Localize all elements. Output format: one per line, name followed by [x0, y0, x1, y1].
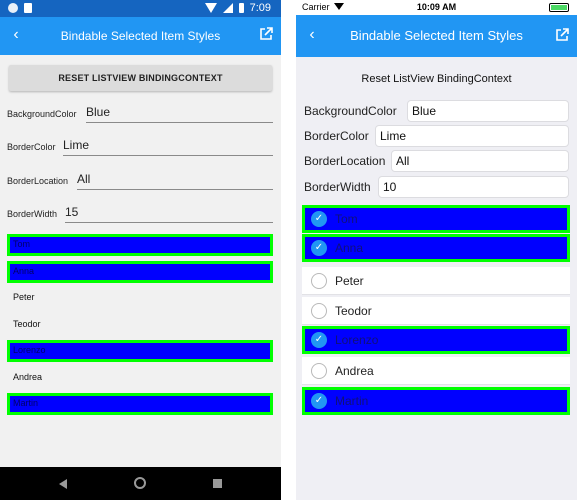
list-item-label: Peter [335, 274, 364, 288]
android-app-bar: ‹ Bindable Selected Item Styles [0, 17, 281, 55]
battery-icon [238, 3, 244, 13]
list-item[interactable]: Martin [7, 393, 273, 415]
list-item-label: Anna [335, 241, 364, 255]
field-entry[interactable]: All [77, 172, 273, 190]
android-field-row: BorderLocation All [7, 167, 273, 191]
field-entry[interactable]: 15 [65, 205, 273, 223]
android-screen: 7:09 ‹ Bindable Selected Item Styles RES… [0, 0, 281, 500]
field-label: BorderWidth [7, 209, 58, 219]
checkmark-icon: ✓ [311, 332, 327, 348]
external-link-icon[interactable] [555, 28, 569, 42]
list-item-label: Martin [335, 394, 369, 408]
field-entry[interactable]: Lime [375, 125, 569, 147]
radio-circle-icon [311, 273, 327, 289]
list-item-label: Anna [13, 266, 35, 276]
list-item[interactable]: Andrea [302, 357, 570, 385]
status-time: 10:09 AM [416, 2, 457, 12]
wifi-icon [204, 3, 217, 13]
list-item-label: Andrea [335, 364, 374, 378]
ios-field-row: BorderLocation All [304, 150, 569, 172]
android-field-row: BorderColor Lime [7, 133, 273, 157]
ios-status-bar: Carrier 10:09 AM [296, 0, 577, 15]
list-item-label: Andrea [13, 372, 43, 382]
external-link-icon[interactable] [259, 27, 273, 41]
reset-bindingcontext-button[interactable]: Reset ListView BindingContext [296, 73, 577, 85]
list-item[interactable]: Peter [7, 287, 273, 309]
android-field-row: BorderWidth 15 [7, 200, 273, 224]
list-item-label: Tom [335, 212, 358, 226]
radio-circle-icon [311, 303, 327, 319]
list-item[interactable]: ✓ Lorenzo [302, 326, 570, 354]
sd-card-icon [24, 3, 32, 13]
field-entry[interactable]: Lime [63, 138, 273, 156]
list-item-label: Peter [13, 292, 35, 302]
field-entry[interactable]: 10 [378, 176, 569, 198]
list-item-label: Lorenzo [335, 333, 379, 347]
list-item[interactable]: ✓ Martin [302, 387, 570, 415]
list-item-label: Teodor [335, 304, 372, 318]
android-field-row: BackgroundColor Blue [7, 100, 273, 124]
page-title: Bindable Selected Item Styles [60, 29, 221, 43]
status-time: 7:09 [249, 2, 271, 14]
ios-field-row: BorderWidth 10 [304, 176, 569, 198]
list-item[interactable]: ✓ Tom [302, 205, 570, 233]
signal-icon [222, 3, 233, 13]
nav-back-icon[interactable] [59, 479, 67, 489]
battery-icon [549, 3, 569, 12]
field-label: BackgroundColor [304, 104, 397, 118]
field-entry[interactable]: Blue [86, 105, 273, 123]
ios-nav-bar: ‹ Bindable Selected Item Styles [296, 15, 577, 57]
checkmark-icon: ✓ [311, 211, 327, 227]
radio-circle-icon [311, 363, 327, 379]
list-item-label: Teodor [13, 319, 41, 329]
notification-dot-icon [8, 3, 18, 13]
field-label: BorderColor [304, 129, 369, 143]
ios-field-row: BackgroundColor Blue [304, 100, 569, 122]
field-label: BorderLocation [7, 176, 69, 186]
list-item[interactable]: ✓ Anna [302, 234, 570, 262]
field-label: BackgroundColor [7, 109, 77, 119]
field-label: BorderWidth [304, 180, 371, 194]
reset-bindingcontext-button[interactable]: RESET LISTVIEW BINDINGCONTEXT [9, 65, 272, 91]
ios-screen: Carrier 10:09 AM ‹ Bindable Selected Ite… [296, 0, 577, 500]
list-item[interactable]: Andrea [7, 367, 273, 389]
list-item[interactable]: Peter [302, 267, 570, 295]
list-item-label: Tom [13, 239, 31, 249]
checkmark-icon: ✓ [311, 240, 327, 256]
nav-home-icon[interactable] [134, 477, 146, 489]
page-title: Bindable Selected Item Styles [350, 28, 523, 43]
android-status-bar: 7:09 [0, 0, 281, 17]
field-label: BorderLocation [304, 154, 386, 168]
list-item[interactable]: Teodor [302, 297, 570, 325]
checkmark-icon: ✓ [311, 393, 327, 409]
field-entry[interactable]: Blue [407, 100, 569, 122]
list-item[interactable]: Teodor [7, 314, 273, 336]
list-item[interactable]: Tom [7, 234, 273, 256]
field-entry[interactable]: All [391, 150, 569, 172]
nav-recent-apps-icon[interactable] [213, 479, 222, 488]
list-item-label: Martin [13, 398, 39, 408]
list-item-label: Lorenzo [13, 345, 46, 355]
android-nav-bar [0, 467, 281, 500]
list-item[interactable]: Lorenzo [7, 340, 273, 362]
list-item[interactable]: Anna [7, 261, 273, 283]
ios-field-row: BorderColor Lime [304, 125, 569, 147]
field-label: BorderColor [7, 142, 56, 152]
